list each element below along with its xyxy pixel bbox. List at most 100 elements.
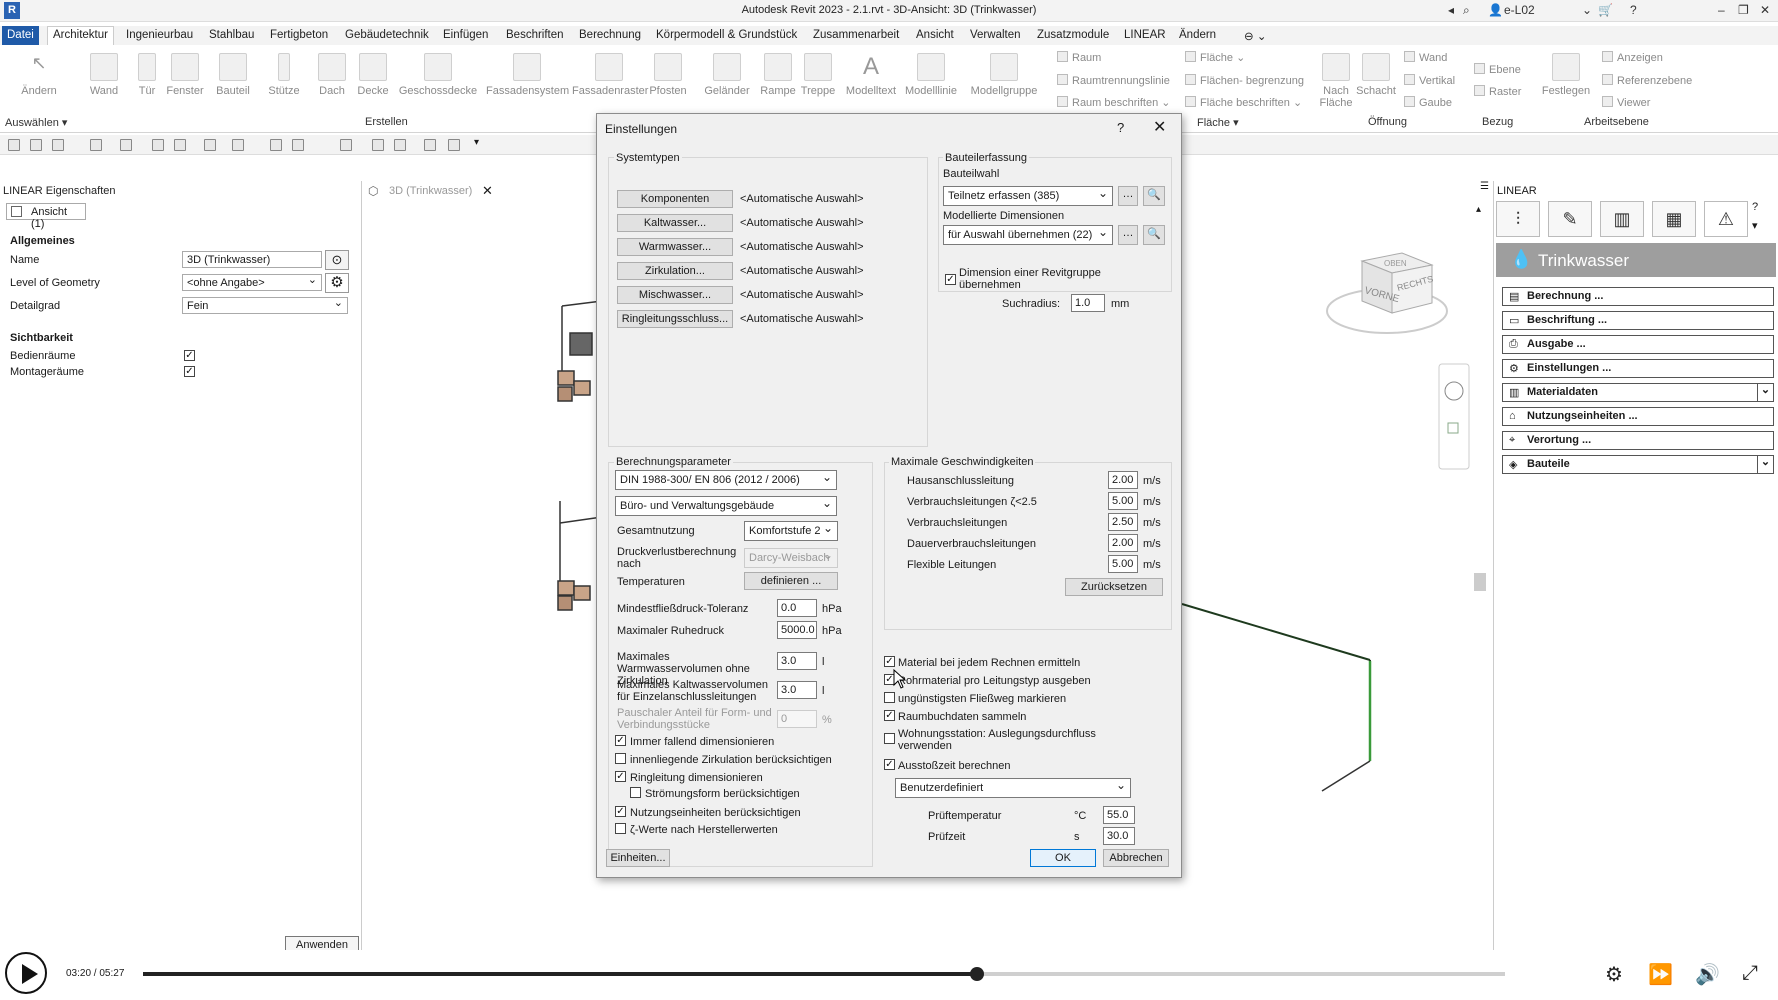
bauteilwahl-more-button[interactable]: …: [1118, 186, 1138, 206]
modify-button[interactable]: ↖ Ändern: [18, 53, 60, 97]
shaft-button[interactable]: Schacht: [1356, 53, 1396, 97]
bauteilwahl-dropdown[interactable]: Teilnetz erfassen (385): [943, 186, 1113, 206]
tag-icon[interactable]: [270, 139, 282, 151]
ok-button[interactable]: OK: [1030, 849, 1096, 867]
gebaeude-dropdown[interactable]: Büro- und Verwaltungsgebäude: [615, 496, 837, 516]
user-name[interactable]: e-L02: [1504, 3, 1535, 17]
gesamtnutzung-dropdown[interactable]: Komfortstufe 2: [744, 521, 838, 541]
labeling-button[interactable]: ▭ Beschriftung ...: [1502, 311, 1774, 330]
nutzungseinheiten-checkbox[interactable]: ✓: [615, 806, 626, 817]
scroll-up-icon[interactable]: ▴: [1476, 204, 1481, 215]
group-area[interactable]: Fläche ▾: [1197, 116, 1239, 129]
komponenten-button[interactable]: Komponenten: [617, 190, 733, 208]
edit-name-icon[interactable]: ⊙: [325, 250, 349, 270]
warning-icon[interactable]: ⚠: [1704, 201, 1748, 237]
temperaturen-button[interactable]: definieren ...: [744, 572, 838, 590]
area-tag-button[interactable]: Fläche beschriften ⌄: [1185, 96, 1302, 109]
tab-koerpermodell[interactable]: Körpermodell & Grundstück: [656, 29, 797, 41]
bedienraeume-checkbox[interactable]: ✓: [184, 350, 195, 361]
help-icon[interactable]: ?: [1117, 120, 1124, 135]
dimensionen-dropdown[interactable]: für Auswahl übernehmen (22): [943, 225, 1113, 245]
save-icon[interactable]: [30, 139, 42, 151]
pauschal-input[interactable]: 0: [777, 710, 817, 728]
seek-bar[interactable]: [143, 967, 1505, 981]
reset-button[interactable]: Zurücksetzen: [1065, 578, 1163, 596]
view-tab[interactable]: ⬡ 3D (Trinkwasser) ✕: [362, 181, 497, 201]
components-button[interactable]: ◈ Bauteile ⌄: [1502, 455, 1774, 474]
wall-button[interactable]: Wand: [84, 53, 124, 97]
ausstosszeit-checkbox[interactable]: ✓: [884, 759, 895, 770]
verbrauch-zeta-input[interactable]: 5.00: [1108, 492, 1138, 510]
curtain-system-button[interactable]: Fassadensystem: [486, 53, 569, 97]
tab-fertigbeton[interactable]: Fertigbeton: [270, 29, 328, 41]
help-icon[interactable]: ?: [1630, 3, 1637, 17]
druckverlust-dropdown[interactable]: Darcy-Weisbach: [744, 548, 838, 568]
verbrauch-input[interactable]: 2.50: [1108, 513, 1138, 531]
curtain-grid-button[interactable]: Fassadenraster: [572, 53, 648, 97]
level-button[interactable]: Ebene: [1474, 63, 1521, 76]
ramp-button[interactable]: Rampe: [756, 53, 800, 97]
section-icon[interactable]: [372, 139, 384, 151]
show-workplane-button[interactable]: Anzeigen: [1602, 51, 1663, 64]
view-menu-icon[interactable]: ☰: [1480, 181, 1489, 192]
vertical-opening-button[interactable]: Vertikal: [1404, 74, 1455, 87]
fullscreen-icon[interactable]: ⤢: [1742, 962, 1758, 985]
ruhedruck-input[interactable]: 5000.0: [777, 621, 817, 639]
roof-button[interactable]: Dach: [316, 53, 348, 97]
window-button[interactable]: Fenster: [164, 53, 206, 97]
wohnungsstation-checkbox[interactable]: [884, 733, 895, 744]
output-button[interactable]: ⎙ Ausgabe ...: [1502, 335, 1774, 354]
ausstoss-mode-dropdown[interactable]: Benutzerdefiniert: [895, 778, 1131, 798]
name-field[interactable]: 3D (Trinkwasser): [182, 251, 322, 268]
play-icon[interactable]: [5, 952, 47, 994]
pruef-temp-input[interactable]: 55.0: [1103, 806, 1135, 824]
tab-zusammenarbeit[interactable]: Zusammenarbeit: [813, 29, 899, 41]
library-icon[interactable]: ▥: [1600, 201, 1644, 237]
open-icon[interactable]: [8, 139, 20, 151]
print-icon[interactable]: [152, 139, 164, 151]
tab-zusatzmodule[interactable]: Zusatzmodule: [1037, 29, 1109, 41]
log-dropdown[interactable]: <ohne Angabe>: [182, 273, 322, 291]
search-icon[interactable]: 🔍: [1143, 186, 1165, 206]
collapse-icon[interactable]: ▾: [1752, 219, 1758, 232]
warmwasser-volumen-input[interactable]: 3.0: [777, 652, 817, 670]
thin-lines-icon[interactable]: [394, 139, 406, 151]
kaltwasser-volumen-input[interactable]: 3.0: [777, 681, 817, 699]
set-workplane-button[interactable]: Festlegen: [1540, 53, 1592, 97]
zeta-werte-checkbox[interactable]: [615, 823, 626, 834]
suchradius-input[interactable]: 1.0: [1071, 294, 1105, 312]
pencil-icon[interactable]: ✎: [1548, 201, 1592, 237]
speed-icon[interactable]: ⏩: [1648, 962, 1673, 987]
settings-sliders-icon[interactable]: ⫶: [1496, 201, 1540, 237]
tab-datei[interactable]: Datei: [2, 26, 39, 45]
stroemungsform-checkbox[interactable]: [630, 787, 641, 798]
seek-handle[interactable]: [969, 967, 984, 981]
room-tag-button[interactable]: Raum beschriften ⌄: [1057, 96, 1171, 109]
tab-architektur[interactable]: Architektur: [47, 26, 114, 46]
dormer-button[interactable]: Gaube: [1404, 96, 1452, 109]
ringleitung-checkbox[interactable]: ✓: [615, 771, 626, 782]
grid-icon[interactable]: ▦: [1652, 201, 1696, 237]
sync-icon[interactable]: [52, 139, 64, 151]
close-hidden-icon[interactable]: [424, 139, 436, 151]
immer-fallend-checkbox[interactable]: ✓: [615, 735, 626, 746]
viewcube[interactable]: OBEN VORNE RECHTS: [1326, 252, 1448, 334]
calculation-button[interactable]: ▤ Berechnung ...: [1502, 287, 1774, 306]
vertical-scrollbar[interactable]: [1474, 573, 1486, 591]
gear-icon[interactable]: ⚙: [1605, 962, 1623, 987]
location-button[interactable]: ⌖ Verortung ...: [1502, 431, 1774, 450]
by-face-button[interactable]: Nach Fläche: [1318, 53, 1354, 109]
cancel-button[interactable]: Abbrechen: [1103, 849, 1169, 867]
column-button[interactable]: Stütze: [266, 53, 302, 97]
grid-button[interactable]: Raster: [1474, 85, 1521, 98]
dauerverbrauch-input[interactable]: 2.00: [1108, 534, 1138, 552]
tab-ingenieurbau[interactable]: Ingenieurbau: [126, 29, 193, 41]
model-group-button[interactable]: Modellgruppe: [966, 53, 1042, 97]
room-button[interactable]: Raum: [1057, 51, 1101, 64]
switch-windows-icon[interactable]: [448, 139, 460, 151]
user-icon[interactable]: 👤: [1488, 3, 1503, 17]
chevron-down-icon[interactable]: ⌄: [1582, 3, 1592, 17]
tab-verwalten[interactable]: Verwalten: [970, 29, 1021, 41]
ref-plane-button[interactable]: Referenzebene: [1602, 74, 1692, 87]
tab-einfuegen[interactable]: Einfügen: [443, 29, 488, 41]
